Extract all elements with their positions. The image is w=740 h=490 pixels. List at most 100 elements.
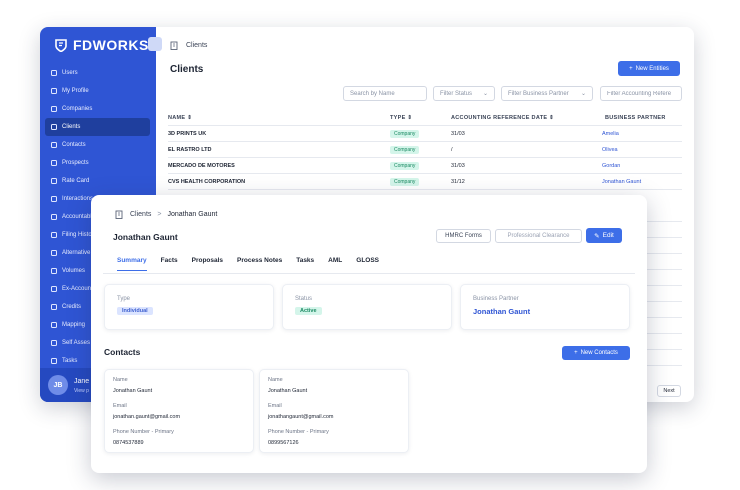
sidebar-item-label: Rate Card <box>62 178 90 184</box>
ref-date: 31/12 <box>451 179 465 185</box>
send-icon <box>51 160 57 166</box>
tab-gloss[interactable]: GLOSS <box>356 257 379 271</box>
shield-logo-icon <box>55 38 67 52</box>
breadcrumb[interactable]: Clients <box>186 42 207 49</box>
chevron-down-icon: ⌄ <box>580 91 586 97</box>
column-type-label: TYPE <box>390 115 406 121</box>
next-page-button[interactable]: Next <box>657 385 681 397</box>
self-assessment-icon <box>51 340 57 346</box>
type-label: Type <box>117 296 131 302</box>
building-icon <box>170 41 178 50</box>
filter-partner-select[interactable]: Filter Business Partner ⌄ <box>501 86 593 101</box>
sidebar-collapse-button[interactable] <box>148 37 162 51</box>
sidebar-item-label: Tasks <box>62 358 78 364</box>
sidebar-item-label: Self Asses <box>62 340 91 346</box>
sort-icon: ⇕ <box>187 115 193 121</box>
filing-icon <box>51 232 57 238</box>
client-name: EL RASTRO LTD <box>168 147 212 153</box>
column-type-header[interactable]: TYPE ⇕ <box>390 115 412 121</box>
tab-tasks[interactable]: Tasks <box>296 257 314 271</box>
contact-card[interactable]: Name Jonathan Gaunt Email jonathan.gaunt… <box>104 369 254 453</box>
row-divider <box>645 285 682 286</box>
client-name: 3D PRINTS UK <box>168 131 207 137</box>
ex-account-icon <box>51 286 57 292</box>
client-detail-window: Clients > Jonathan Gaunt Jonathan Gaunt … <box>91 195 647 473</box>
contact-phone: 0874537889 <box>113 440 144 446</box>
contact-email-label: Email <box>268 403 282 409</box>
ref-date: / <box>451 147 453 153</box>
sidebar-item-label: Interactions <box>62 196 94 202</box>
tab-summary[interactable]: Summary <box>117 257 147 271</box>
sidebar-item-companies[interactable]: Companies <box>45 100 150 118</box>
breadcrumb-clients-link[interactable]: Clients <box>130 211 151 218</box>
contact-email: jonathangaunt@gmail.com <box>268 414 334 420</box>
business-partner-card: Business Partner Jonathan Gaunt <box>460 284 630 330</box>
card-icon <box>51 178 57 184</box>
sidebar-item-contacts[interactable]: Contacts <box>45 136 150 154</box>
contact-name-label: Name <box>268 377 283 383</box>
row-divider <box>645 253 682 254</box>
table-row[interactable]: CVS HEALTH CORPORATION Company 31/12 Jon… <box>168 173 682 189</box>
tab-facts[interactable]: Facts <box>161 257 178 271</box>
plus-icon: + <box>629 65 633 72</box>
tab-aml[interactable]: AML <box>328 257 342 271</box>
brand-logo[interactable]: FDWORKS <box>55 37 149 53</box>
column-ref-header[interactable]: ACCOUNTING REFERENCE DATE ⇕ <box>451 115 554 121</box>
partner-link[interactable]: Olivea <box>602 147 618 153</box>
sidebar-item-label: Prospects <box>62 160 89 166</box>
partner-link[interactable]: Amelia <box>602 131 619 137</box>
ref-date: 31/03 <box>451 163 465 169</box>
status-card: Status Active <box>282 284 452 330</box>
edit-button[interactable]: ✎ Edit <box>586 228 622 243</box>
row-divider <box>645 349 682 350</box>
professional-clearance-button[interactable]: Professional Clearance <box>495 229 582 243</box>
filter-status-label: Filter Status <box>440 90 473 97</box>
client-title: Jonathan Gaunt <box>113 232 178 242</box>
filter-status-select[interactable]: Filter Status ⌄ <box>433 86 495 101</box>
search-input[interactable]: Search by Name <box>343 86 427 101</box>
sidebar-item-rate-card[interactable]: Rate Card <box>45 172 150 190</box>
type-badge: Individual <box>117 307 153 315</box>
column-partner-header: BUSINESS PARTNER <box>605 115 666 121</box>
interactions-icon <box>51 196 57 202</box>
chevron-down-icon: ⌄ <box>482 91 488 97</box>
ref-date: 31/03 <box>451 131 465 137</box>
view-profile-link[interactable]: View p <box>74 388 89 394</box>
new-contacts-button[interactable]: + New Contacts <box>562 346 630 360</box>
sidebar-item-my-profile[interactable]: My Profile <box>45 82 150 100</box>
partner-link[interactable]: Jonathan Gaunt <box>473 307 530 316</box>
new-entities-label: New Entities <box>635 65 669 72</box>
sidebar-item-label: My Profile <box>62 88 89 94</box>
type-badge: Company <box>390 146 420 154</box>
type-badge: Company <box>390 130 420 138</box>
tab-proposals[interactable]: Proposals <box>192 257 223 271</box>
accountable-icon <box>51 214 57 220</box>
hmrc-forms-button[interactable]: HMRC Forms <box>436 229 491 243</box>
sidebar-item-users[interactable]: Users <box>45 64 150 82</box>
sidebar-item-clients[interactable]: Clients <box>45 118 150 136</box>
table-row[interactable]: EL RASTRO LTD Company / Olivea <box>168 141 682 157</box>
table-row[interactable]: MERCADO DE MOTORES Company 31/03 Gordan <box>168 157 682 173</box>
alternative-icon <box>51 250 57 256</box>
row-divider <box>645 221 682 222</box>
contact-email: jonathan.gaunt@gmail.com <box>113 414 181 420</box>
contact-phone-label: Phone Number - Primary <box>268 429 329 435</box>
tab-process-notes[interactable]: Process Notes <box>237 257 282 271</box>
sidebar-item-prospects[interactable]: Prospects <box>45 154 150 172</box>
contact-card[interactable]: Name Jonathan Gaunt Email jonathangaunt@… <box>259 369 409 453</box>
filter-ref-input[interactable]: Filter Accounting Refere <box>600 86 682 101</box>
column-name-header[interactable]: NAME ⇕ <box>168 115 192 121</box>
row-divider <box>645 301 682 302</box>
table-row[interactable]: 3D PRINTS UK Company 31/03 Amelia <box>168 125 682 141</box>
tabs-divider <box>103 273 635 274</box>
sidebar-item-label: Alternative <box>62 250 91 256</box>
user-name: Jane <box>74 378 90 385</box>
sidebar-item-label: Volumes <box>62 268 86 274</box>
new-entities-button[interactable]: + New Entities <box>618 61 680 76</box>
partner-link[interactable]: Jonathan Gaunt <box>602 179 641 185</box>
contact-phone: 0899567126 <box>268 440 299 446</box>
tasks-icon <box>51 358 57 364</box>
client-name: CVS HEALTH CORPORATION <box>168 179 246 185</box>
partner-link[interactable]: Gordan <box>602 163 620 169</box>
edit-label: Edit <box>602 232 614 239</box>
